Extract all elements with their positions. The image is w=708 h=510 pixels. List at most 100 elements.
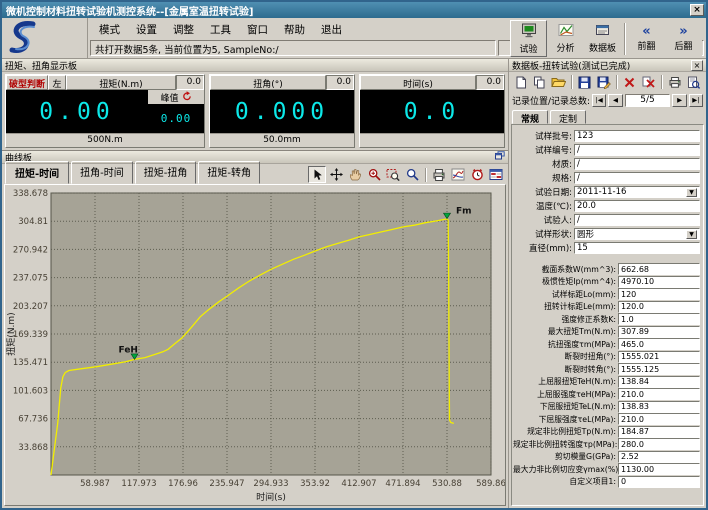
curve-tab-扭矩-转角[interactable]: 扭矩-转角 — [198, 161, 260, 184]
time-header: 时间(s) — [360, 75, 476, 90]
curve-tab-扭角-时间[interactable]: 扭角-时间 — [71, 161, 133, 184]
zoom-in-icon[interactable] — [365, 166, 383, 183]
databoard-button[interactable]: 数据板 — [584, 20, 621, 57]
curve-tab-扭矩-时间[interactable]: 扭矩-时间 — [5, 161, 69, 184]
field-input[interactable]: 0 — [618, 476, 700, 488]
new-doc-icon[interactable] — [512, 74, 529, 90]
peak-reset-icon[interactable] — [182, 91, 192, 104]
field-row: 最大力非比例切应变γmax(%):1130.00 — [513, 463, 700, 476]
torque-time-chart: 58.987117.973176.96235.947294.933353.924… — [5, 185, 505, 503]
field-input[interactable]: 1130.00 — [618, 463, 700, 475]
prev-icon: « — [642, 26, 650, 38]
analyze-button[interactable]: 分析 — [547, 20, 584, 57]
title-bar: 微机控制材料扭转试验机测控系统--[金属室温扭转试验] × — [2, 2, 706, 18]
svg-text:235.947: 235.947 — [209, 479, 244, 489]
field-input[interactable]: 662.68 — [618, 263, 700, 275]
move-cross-icon[interactable] — [327, 166, 345, 183]
save-icon[interactable] — [576, 74, 593, 90]
field-input[interactable]: 4970.10 — [618, 276, 700, 288]
field-input[interactable]: 184.87 — [618, 426, 700, 438]
field-input[interactable]: 20.0 — [574, 200, 700, 212]
field-input[interactable]: 210.0 — [618, 388, 700, 400]
field-label: 截面系数W(mm^3): — [513, 264, 618, 275]
data-panel-close-icon[interactable]: × — [691, 60, 703, 71]
record-first-button[interactable]: |◀ — [592, 94, 606, 107]
field-input[interactable]: 120.0 — [618, 301, 700, 313]
svg-text:589.86: 589.86 — [476, 479, 505, 489]
field-input[interactable]: / — [574, 144, 700, 156]
delete-icon[interactable] — [621, 74, 638, 90]
pan-hand-icon[interactable] — [346, 166, 364, 183]
svg-text:203.207: 203.207 — [13, 302, 48, 312]
field-input[interactable]: 465.0 — [618, 338, 700, 350]
field-input[interactable]: 1.0 — [618, 313, 700, 325]
field-input[interactable]: 123 — [574, 130, 700, 142]
field-input[interactable]: / — [574, 172, 700, 184]
select-arrow-icon[interactable] — [308, 166, 326, 183]
field-input[interactable]: 280.0 — [618, 438, 700, 450]
left-direction-button[interactable]: 左 — [48, 75, 66, 90]
next-icon: » — [679, 26, 687, 38]
record-prev-button[interactable]: ◀ — [608, 94, 622, 107]
menu-item-设置[interactable]: 设置 — [129, 21, 164, 38]
chart-data-window-icon[interactable] — [487, 166, 505, 183]
menu-item-窗口[interactable]: 窗口 — [240, 21, 275, 38]
svg-text:294.933: 294.933 — [253, 479, 288, 489]
field-input[interactable]: 2.52 — [618, 451, 700, 463]
chevron-down-icon[interactable]: ▼ — [686, 230, 697, 239]
chart-clock-icon[interactable] — [468, 166, 486, 183]
field-label: 规定非比例扭转强度τp(MPa): — [513, 439, 618, 450]
open-folder-icon[interactable] — [550, 74, 567, 90]
field-input[interactable]: 圆形▼ — [574, 228, 700, 240]
svg-text:58.987: 58.987 — [80, 479, 110, 489]
field-row: 试样标距Lo(mm):120 — [513, 288, 700, 301]
record-last-button[interactable]: ▶| — [689, 94, 703, 107]
field-label: 试验人: — [513, 214, 574, 226]
chevron-down-icon[interactable]: ▼ — [686, 188, 697, 197]
record-next-button[interactable]: ▶ — [672, 94, 686, 107]
field-input[interactable]: 138.84 — [618, 376, 700, 388]
menu-item-退出[interactable]: 退出 — [314, 21, 349, 38]
next-button[interactable]: »后翻 — [665, 20, 702, 57]
data-tab-定制[interactable]: 定制 — [550, 110, 586, 124]
field-input[interactable]: 2011-11-16▼ — [574, 186, 700, 198]
menu-item-工具[interactable]: 工具 — [203, 21, 238, 38]
field-input[interactable]: 1555.125 — [618, 363, 700, 375]
field-input[interactable]: 307.89 — [618, 326, 700, 338]
menu-item-帮助[interactable]: 帮助 — [277, 21, 312, 38]
field-input[interactable]: 138.83 — [618, 401, 700, 413]
zoom-window-icon[interactable] — [384, 166, 402, 183]
field-input[interactable]: / — [574, 214, 700, 226]
print-preview-icon[interactable] — [685, 74, 702, 90]
display-panel-title: 扭矩、扭角显示板 — [5, 59, 505, 72]
delete-all-icon[interactable] — [640, 74, 657, 90]
save-as-icon[interactable] — [595, 74, 612, 90]
field-label: 试样批号: — [513, 130, 574, 142]
restore-icon[interactable] — [495, 151, 505, 163]
zoom-out-icon[interactable] — [403, 166, 421, 183]
field-input[interactable]: 1555.021 — [618, 351, 700, 363]
print-icon[interactable] — [666, 74, 683, 90]
svg-text:33.868: 33.868 — [18, 443, 48, 453]
field-row: 剪切模量G(GPa):2.52 — [513, 451, 700, 464]
menu-item-模式[interactable]: 模式 — [92, 21, 127, 38]
prev-button[interactable]: «前翻 — [628, 20, 665, 57]
field-input[interactable]: 210.0 — [618, 413, 700, 425]
app-logo-icon — [2, 18, 88, 58]
field-input[interactable]: / — [574, 158, 700, 170]
copy-icon[interactable] — [531, 74, 548, 90]
curve-tab-扭矩-扭角[interactable]: 扭矩-扭角 — [135, 161, 197, 184]
curve-style-icon[interactable] — [449, 166, 467, 183]
field-input[interactable]: 120 — [618, 288, 700, 300]
data-tab-常规[interactable]: 常规 — [512, 110, 548, 124]
menu-item-调整[interactable]: 调整 — [166, 21, 201, 38]
print-chart-icon[interactable] — [430, 166, 448, 183]
field-input[interactable]: 15 — [574, 242, 700, 254]
display-panel: 扭矩、扭角显示板 破型判断 左 扭矩(N.m) 0.0 0.00 — [2, 59, 508, 151]
field-label: 直径(mm): — [513, 242, 574, 254]
svg-text:176.96: 176.96 — [168, 479, 198, 489]
svg-text:67.736: 67.736 — [18, 415, 48, 425]
test-button[interactable]: 试验 — [510, 20, 547, 57]
field-label: 剪切模量G(GPa): — [513, 451, 618, 462]
window-close-icon[interactable]: × — [690, 4, 704, 16]
